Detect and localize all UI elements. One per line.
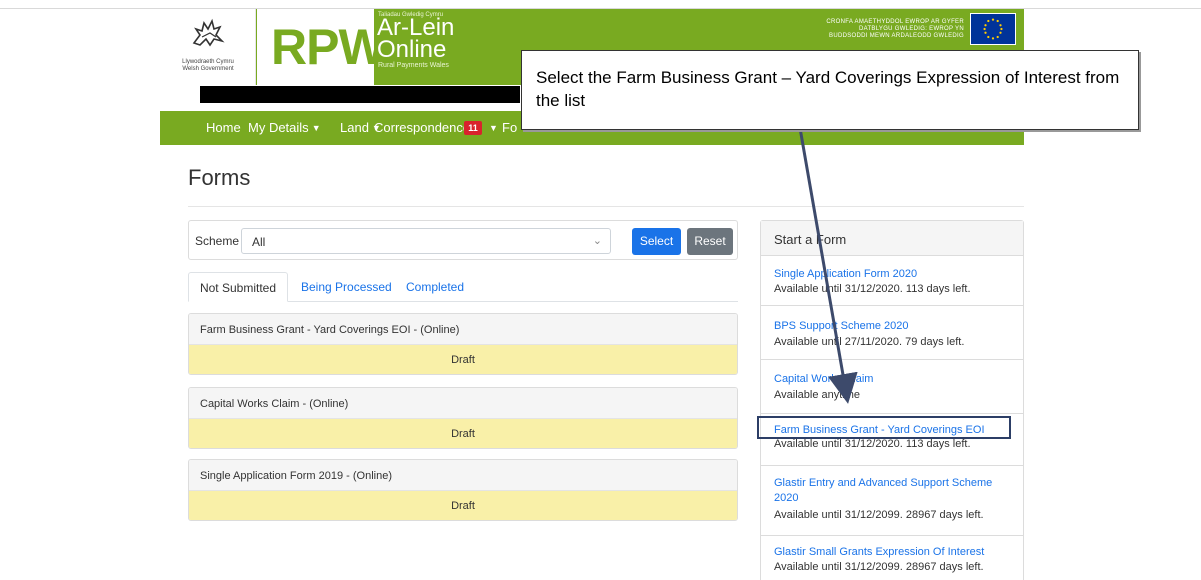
rpw-logo-text: RPW [271,19,386,75]
start-form-link[interactable]: Glastir Entry and Advanced Support Schem… [774,477,992,489]
caret-down-icon[interactable]: ▼ [486,120,498,135]
tab-completed[interactable]: Completed [406,272,464,302]
start-form-link[interactable]: Glastir Small Grants Expression Of Inter… [774,546,984,558]
start-a-form-heading: Start a Form [774,232,847,247]
nav-correspondence[interactable]: Correspondence [374,120,470,135]
scheme-filter: Scheme All ⌄ Select Reset [188,220,738,260]
list-item: BPS Support Scheme 2020 Available until … [761,306,1023,360]
form-card-status: Draft [189,345,737,374]
welsh-government-text: Llywodraeth Cymru Welsh Government [182,59,234,72]
instruction-callout: Select the Farm Business Grant – Yard Co… [521,50,1139,130]
list-item: Glastir Entry and Advanced Support Schem… [761,466,1023,536]
start-form-availability: Available until 27/11/2020. 79 days left… [774,336,965,348]
redacted-bar [200,86,520,103]
list-item: Capital Works Claim Available anytime [761,360,1023,414]
start-form-link[interactable]: Capital Works Claim [774,373,873,385]
start-form-availability: Available anytime [774,389,861,401]
form-card-title: Capital Works Claim - (Online) [200,398,349,410]
nav-my-details[interactable]: My Details ▼ [248,120,321,135]
dragon-icon [192,18,225,47]
start-form-link[interactable]: 2020 [774,492,798,504]
eu-funding-text: CRONFA AMAETHYDDOL EWROP AR GYFER DATBLY… [826,19,964,39]
select-button[interactable]: Select [632,228,681,255]
tab-being-processed[interactable]: Being Processed [301,272,392,302]
tab-not-submitted[interactable]: Not Submitted [188,272,288,302]
scheme-select-value: All [252,235,266,249]
start-a-form-panel: Start a Form Single Application Form 202… [760,220,1024,580]
list-item: Single Application Form 2020 Available u… [761,256,1023,306]
chevron-down-icon: ⌄ [592,235,602,247]
form-card-title: Farm Business Grant - Yard Coverings EOI… [200,324,460,336]
highlight-box [757,416,1011,439]
reset-button[interactable]: Reset [687,228,733,255]
start-form-availability: Available until 31/12/2020. 113 days lef… [774,283,971,295]
form-status-tabs: Not Submitted Being Processed Completed [188,272,738,302]
instruction-text: Select the Farm Business Grant – Yard Co… [536,68,1120,110]
rpw-online-brand: Taliadau Gwledig Cymru Ar-Lein Online Ru… [374,9,472,85]
form-card[interactable]: Single Application Form 2019 - (Online) … [188,459,738,521]
form-card[interactable]: Capital Works Claim - (Online) Draft [188,387,738,449]
caret-down-icon: ▼ [311,123,321,133]
nav-home[interactable]: Home [206,120,241,135]
form-card-status: Draft [189,491,737,520]
nav-forms[interactable]: Fo [502,120,517,135]
form-card-title: Single Application Form 2019 - (Online) [200,470,392,482]
form-card-status: Draft [189,419,737,448]
page-title: Forms [188,165,251,190]
form-card[interactable]: Farm Business Grant - Yard Coverings EOI… [188,313,738,375]
title-divider [188,206,1024,207]
start-form-availability: Available until 31/12/2099. 28967 days l… [774,509,984,521]
start-form-link[interactable]: Single Application Form 2020 [774,268,917,280]
start-form-availability: Available until 31/12/2099. 28967 days l… [774,561,984,573]
start-form-availability: Available until 31/12/2020. 113 days lef… [774,438,971,450]
list-item: Glastir Small Grants Expression Of Inter… [761,536,1023,580]
start-form-link[interactable]: BPS Support Scheme 2020 [774,320,909,332]
scheme-select[interactable]: All ⌄ [241,228,611,254]
scheme-label: Scheme [195,234,240,248]
eu-flag-icon [970,13,1016,45]
welsh-government-logo[interactable]: Llywodraeth Cymru Welsh Government [160,9,256,85]
correspondence-count-badge: 11 [464,121,482,135]
